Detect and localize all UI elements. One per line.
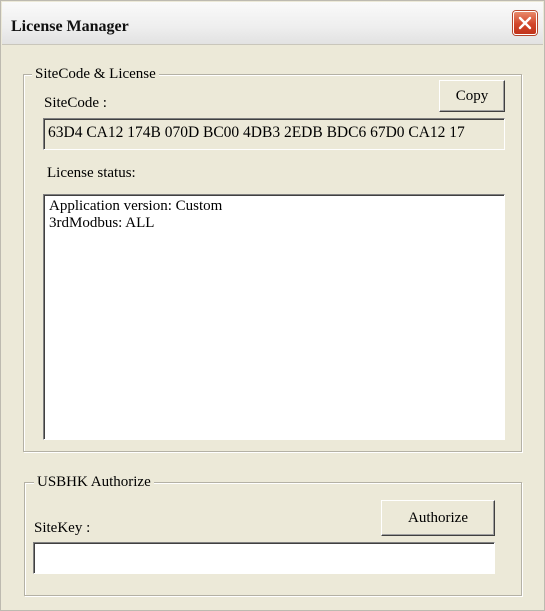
close-button[interactable]	[513, 11, 537, 35]
window-title: License Manager	[11, 18, 129, 35]
license-manager-window: License Manager SiteCode & License SiteC…	[0, 0, 545, 611]
close-icon	[518, 16, 532, 30]
sitecode-field[interactable]: 63D4 CA12 174B 070D BC00 4DB3 2EDB BDC6 …	[43, 118, 505, 150]
license-status-line: Application version: Custom	[49, 198, 223, 214]
license-status-box[interactable]: Application version: Custom 3rdModbus: A…	[43, 194, 505, 440]
license-status-line: 3rdModbus: ALL	[49, 215, 155, 231]
authorize-button[interactable]: Authorize	[381, 500, 495, 536]
usbhk-authorize-group-title: USBHK Authorize	[34, 474, 154, 490]
copy-button[interactable]: Copy	[439, 80, 505, 112]
sitecode-license-group-title: SiteCode & License	[32, 66, 159, 82]
sitekey-label: SiteKey :	[34, 520, 91, 536]
license-status-text: Application version: Custom 3rdModbus: A…	[49, 198, 222, 232]
sitecode-label: SiteCode :	[44, 95, 107, 111]
license-status-label: License status:	[47, 165, 136, 181]
sitekey-input[interactable]	[33, 542, 495, 574]
sitecode-value: 63D4 CA12 174B 070D BC00 4DB3 2EDB BDC6 …	[48, 124, 465, 141]
title-bar[interactable]: License Manager	[2, 2, 543, 45]
